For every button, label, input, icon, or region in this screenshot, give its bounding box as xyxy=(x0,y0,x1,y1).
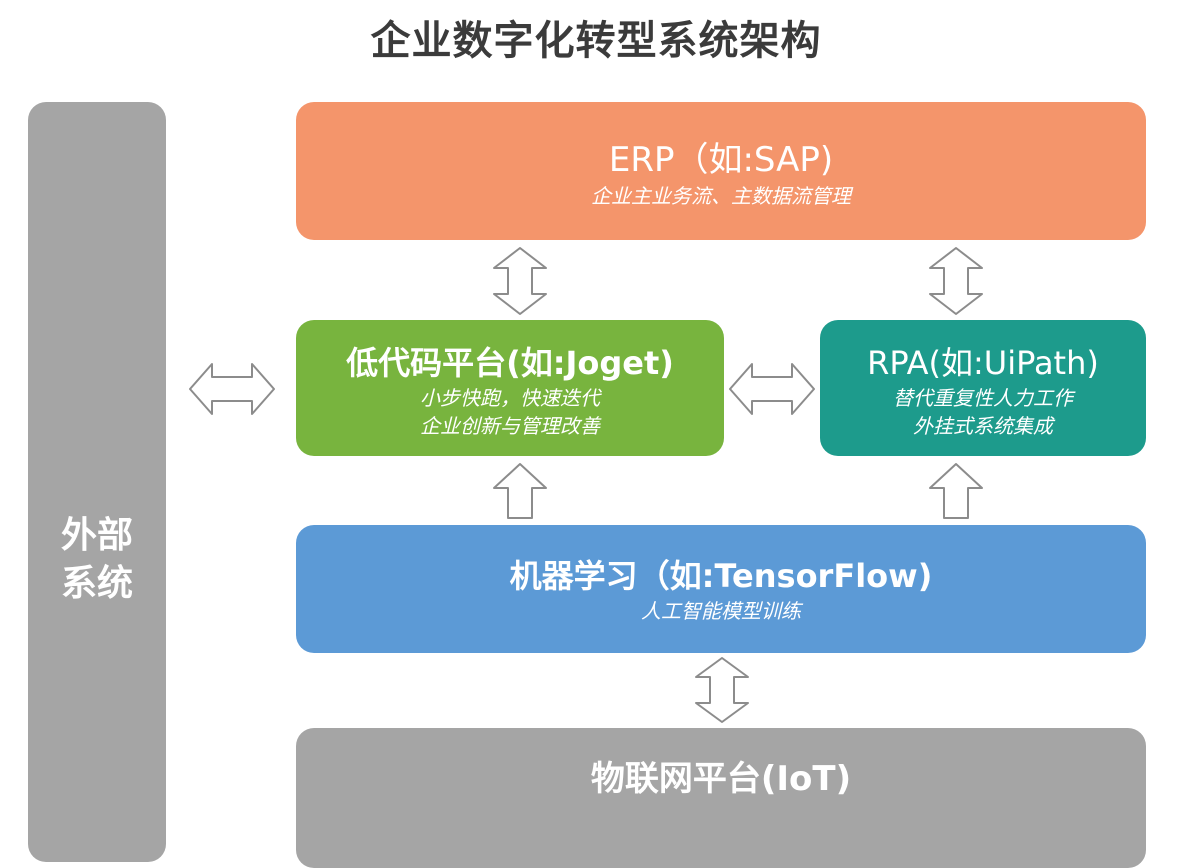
diagram-title: 企业数字化转型系统架构 xyxy=(370,18,822,64)
ml-subtitle: 人工智能模型训练 xyxy=(641,599,801,623)
lowcode-title: 低代码平台(如:Joget) xyxy=(346,344,674,382)
iot-box: 物联网平台(IoT) xyxy=(296,728,1146,868)
ml-iot-double-arrow-icon xyxy=(694,656,750,724)
external-lowcode-double-arrow-icon xyxy=(188,362,276,416)
ml-to-rpa-up-arrow-icon xyxy=(928,462,984,520)
ml-to-lowcode-up-arrow-icon xyxy=(492,462,548,520)
lowcode-box: 低代码平台(如:Joget) 小步快跑，快速迭代 企业创新与管理改善 xyxy=(296,320,724,456)
lowcode-subtitle-1: 小步快跑，快速迭代 xyxy=(420,386,600,410)
ml-title: 机器学习（如:TensorFlow) xyxy=(509,557,933,595)
rpa-subtitle-2: 外挂式系统集成 xyxy=(913,414,1053,438)
lowcode-rpa-double-arrow-icon xyxy=(728,362,816,416)
iot-title: 物联网平台(IoT) xyxy=(590,759,852,799)
external-label-line1: 外部 xyxy=(60,515,133,556)
erp-subtitle: 企业主业务流、主数据流管理 xyxy=(591,184,851,208)
erp-lowcode-double-arrow-icon xyxy=(492,246,548,316)
rpa-box: RPA(如:UiPath) 替代重复性人力工作 外挂式系统集成 xyxy=(820,320,1146,456)
ml-box: 机器学习（如:TensorFlow) 人工智能模型训练 xyxy=(296,525,1146,653)
lowcode-subtitle-2: 企业创新与管理改善 xyxy=(420,414,600,438)
external-systems-label: 外部 系统 xyxy=(28,512,166,608)
external-label-line2: 系统 xyxy=(60,563,133,604)
erp-rpa-double-arrow-icon xyxy=(928,246,984,316)
rpa-subtitle-1: 替代重复性人力工作 xyxy=(893,386,1073,410)
erp-box: ERP（如:SAP) 企业主业务流、主数据流管理 xyxy=(296,102,1146,240)
rpa-title: RPA(如:UiPath) xyxy=(867,344,1099,382)
external-systems-box: 外部 系统 xyxy=(28,102,166,862)
erp-title: ERP（如:SAP) xyxy=(608,140,834,180)
